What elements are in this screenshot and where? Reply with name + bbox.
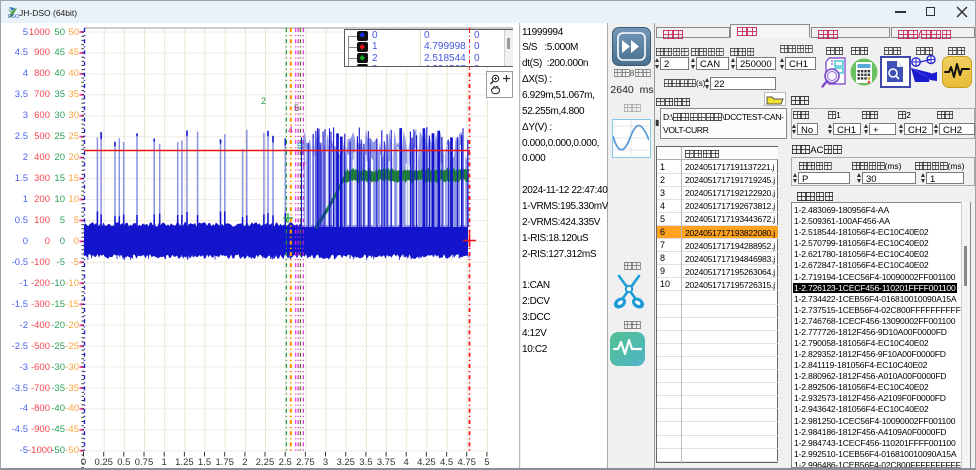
svg-text:4: 4 [288,125,293,135]
svg-text:6: 6 [297,141,302,151]
svg-text:2: 2 [261,96,266,106]
svg-text:5: 5 [294,103,299,113]
svg-text:DSO: DSO [8,14,19,19]
svg-text:7: 7 [301,161,306,171]
